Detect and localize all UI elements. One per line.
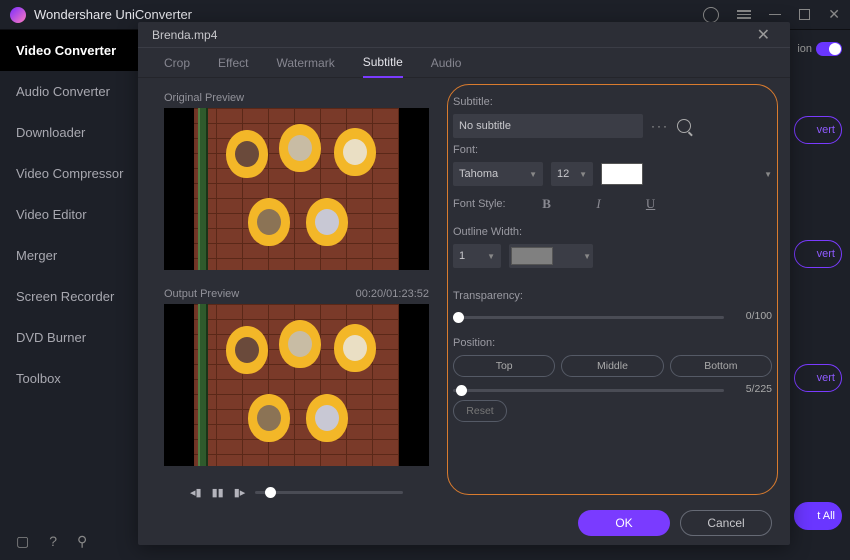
position-middle-button[interactable]: Middle — [561, 355, 663, 377]
output-preview-label: Output Preview — [164, 288, 239, 300]
position-top-button[interactable]: Top — [453, 355, 555, 377]
position-bottom-button[interactable]: Bottom — [670, 355, 772, 377]
sidebar-item-video-compressor[interactable]: Video Compressor — [0, 153, 138, 194]
subtitle-value: No subtitle — [459, 120, 511, 132]
font-size-select[interactable]: 12▼ — [551, 162, 593, 186]
tab-crop[interactable]: Crop — [164, 48, 190, 78]
outline-width-select[interactable]: 1▼ — [453, 244, 501, 268]
convert-button-3[interactable]: vert — [794, 364, 842, 392]
seek-slider[interactable] — [255, 491, 403, 494]
sidebar-item-video-converter[interactable]: Video Converter — [0, 30, 138, 71]
close-button[interactable]: ✕ — [828, 6, 840, 23]
prev-frame-button[interactable]: ◂▮ — [190, 486, 202, 499]
help-icon[interactable]: ? — [49, 533, 57, 550]
next-frame-button[interactable]: ▮▸ — [234, 486, 246, 499]
sidebar-item-screen-recorder[interactable]: Screen Recorder — [0, 276, 138, 317]
original-preview — [164, 108, 429, 270]
account-icon[interactable] — [703, 7, 719, 23]
ok-button[interactable]: OK — [578, 510, 670, 536]
app-logo-icon — [10, 7, 26, 23]
bold-button[interactable]: B — [536, 196, 558, 212]
menu-icon[interactable] — [737, 10, 751, 19]
outline-width-label: Outline Width: — [453, 226, 772, 238]
guide-icon[interactable]: ▢ — [16, 533, 29, 550]
font-size-value: 12 — [557, 168, 569, 180]
underline-button[interactable]: U — [640, 196, 662, 212]
modal-close-button[interactable]: ✕ — [751, 24, 776, 46]
subtitle-settings-panel: Subtitle: No subtitle ··· Font: Tahoma▼ … — [443, 78, 790, 501]
position-value: 5/225 — [732, 383, 772, 395]
sidebar-item-downloader[interactable]: Downloader — [0, 112, 138, 153]
reset-button[interactable]: Reset — [453, 400, 507, 422]
sidebar: Video Converter Audio Converter Download… — [0, 30, 138, 560]
right-pane-edge: ion vert vert vert t All — [790, 42, 850, 532]
tab-subtitle[interactable]: Subtitle — [363, 48, 403, 78]
italic-button[interactable]: I — [588, 196, 610, 212]
outline-color-select[interactable]: ▼ — [509, 244, 593, 268]
play-pause-button[interactable]: ▮▮ — [212, 486, 224, 499]
transparency-value: 0/100 — [732, 310, 772, 322]
minimize-button[interactable] — [769, 14, 781, 16]
output-preview — [164, 304, 429, 466]
convert-button-2[interactable]: vert — [794, 240, 842, 268]
position-label: Position: — [453, 337, 772, 349]
sidebar-item-audio-converter[interactable]: Audio Converter — [0, 71, 138, 112]
subtitle-search-button[interactable] — [677, 119, 691, 133]
subtitle-browse-button[interactable]: ··· — [651, 119, 669, 133]
font-label: Font: — [453, 144, 772, 156]
original-preview-label: Original Preview — [164, 92, 429, 104]
transparency-slider[interactable] — [453, 316, 724, 319]
hw-accel-label: ion — [797, 43, 812, 55]
modal-filename: Brenda.mp4 — [152, 28, 751, 42]
cancel-button[interactable]: Cancel — [680, 510, 772, 536]
preview-column: Original Preview Output Preview 00:20/01… — [138, 78, 443, 501]
sidebar-item-dvd-burner[interactable]: DVD Burner — [0, 317, 138, 358]
convert-button-1[interactable]: vert — [794, 116, 842, 144]
timecode: 00:20/01:23:52 — [356, 288, 429, 300]
maximize-button[interactable] — [799, 9, 810, 20]
sidebar-item-toolbox[interactable]: Toolbox — [0, 358, 138, 399]
start-all-button[interactable]: t All — [794, 502, 842, 530]
transparency-label: Transparency: — [453, 290, 772, 302]
chevron-down-icon[interactable]: ▼ — [764, 170, 772, 179]
feedback-icon[interactable]: ⚲ — [77, 533, 87, 550]
subtitle-label: Subtitle: — [453, 96, 772, 108]
app-title: Wondershare UniConverter — [34, 7, 703, 22]
font-style-label: Font Style: — [453, 198, 506, 210]
sidebar-item-video-editor[interactable]: Video Editor — [0, 194, 138, 235]
font-name-value: Tahoma — [459, 168, 498, 180]
tab-audio[interactable]: Audio — [431, 48, 462, 78]
editor-modal: Brenda.mp4 ✕ Crop Effect Watermark Subti… — [138, 22, 790, 545]
position-slider[interactable] — [453, 389, 724, 392]
font-color-picker[interactable] — [601, 163, 643, 185]
subtitle-select[interactable]: No subtitle — [453, 114, 643, 138]
modal-tabs: Crop Effect Watermark Subtitle Audio — [138, 48, 790, 78]
sidebar-item-merger[interactable]: Merger — [0, 235, 138, 276]
hw-accel-toggle[interactable] — [816, 42, 842, 56]
outline-width-value: 1 — [459, 250, 465, 262]
tab-watermark[interactable]: Watermark — [276, 48, 334, 78]
tab-effect[interactable]: Effect — [218, 48, 248, 78]
font-name-select[interactable]: Tahoma▼ — [453, 162, 543, 186]
outline-color-swatch — [511, 247, 553, 265]
